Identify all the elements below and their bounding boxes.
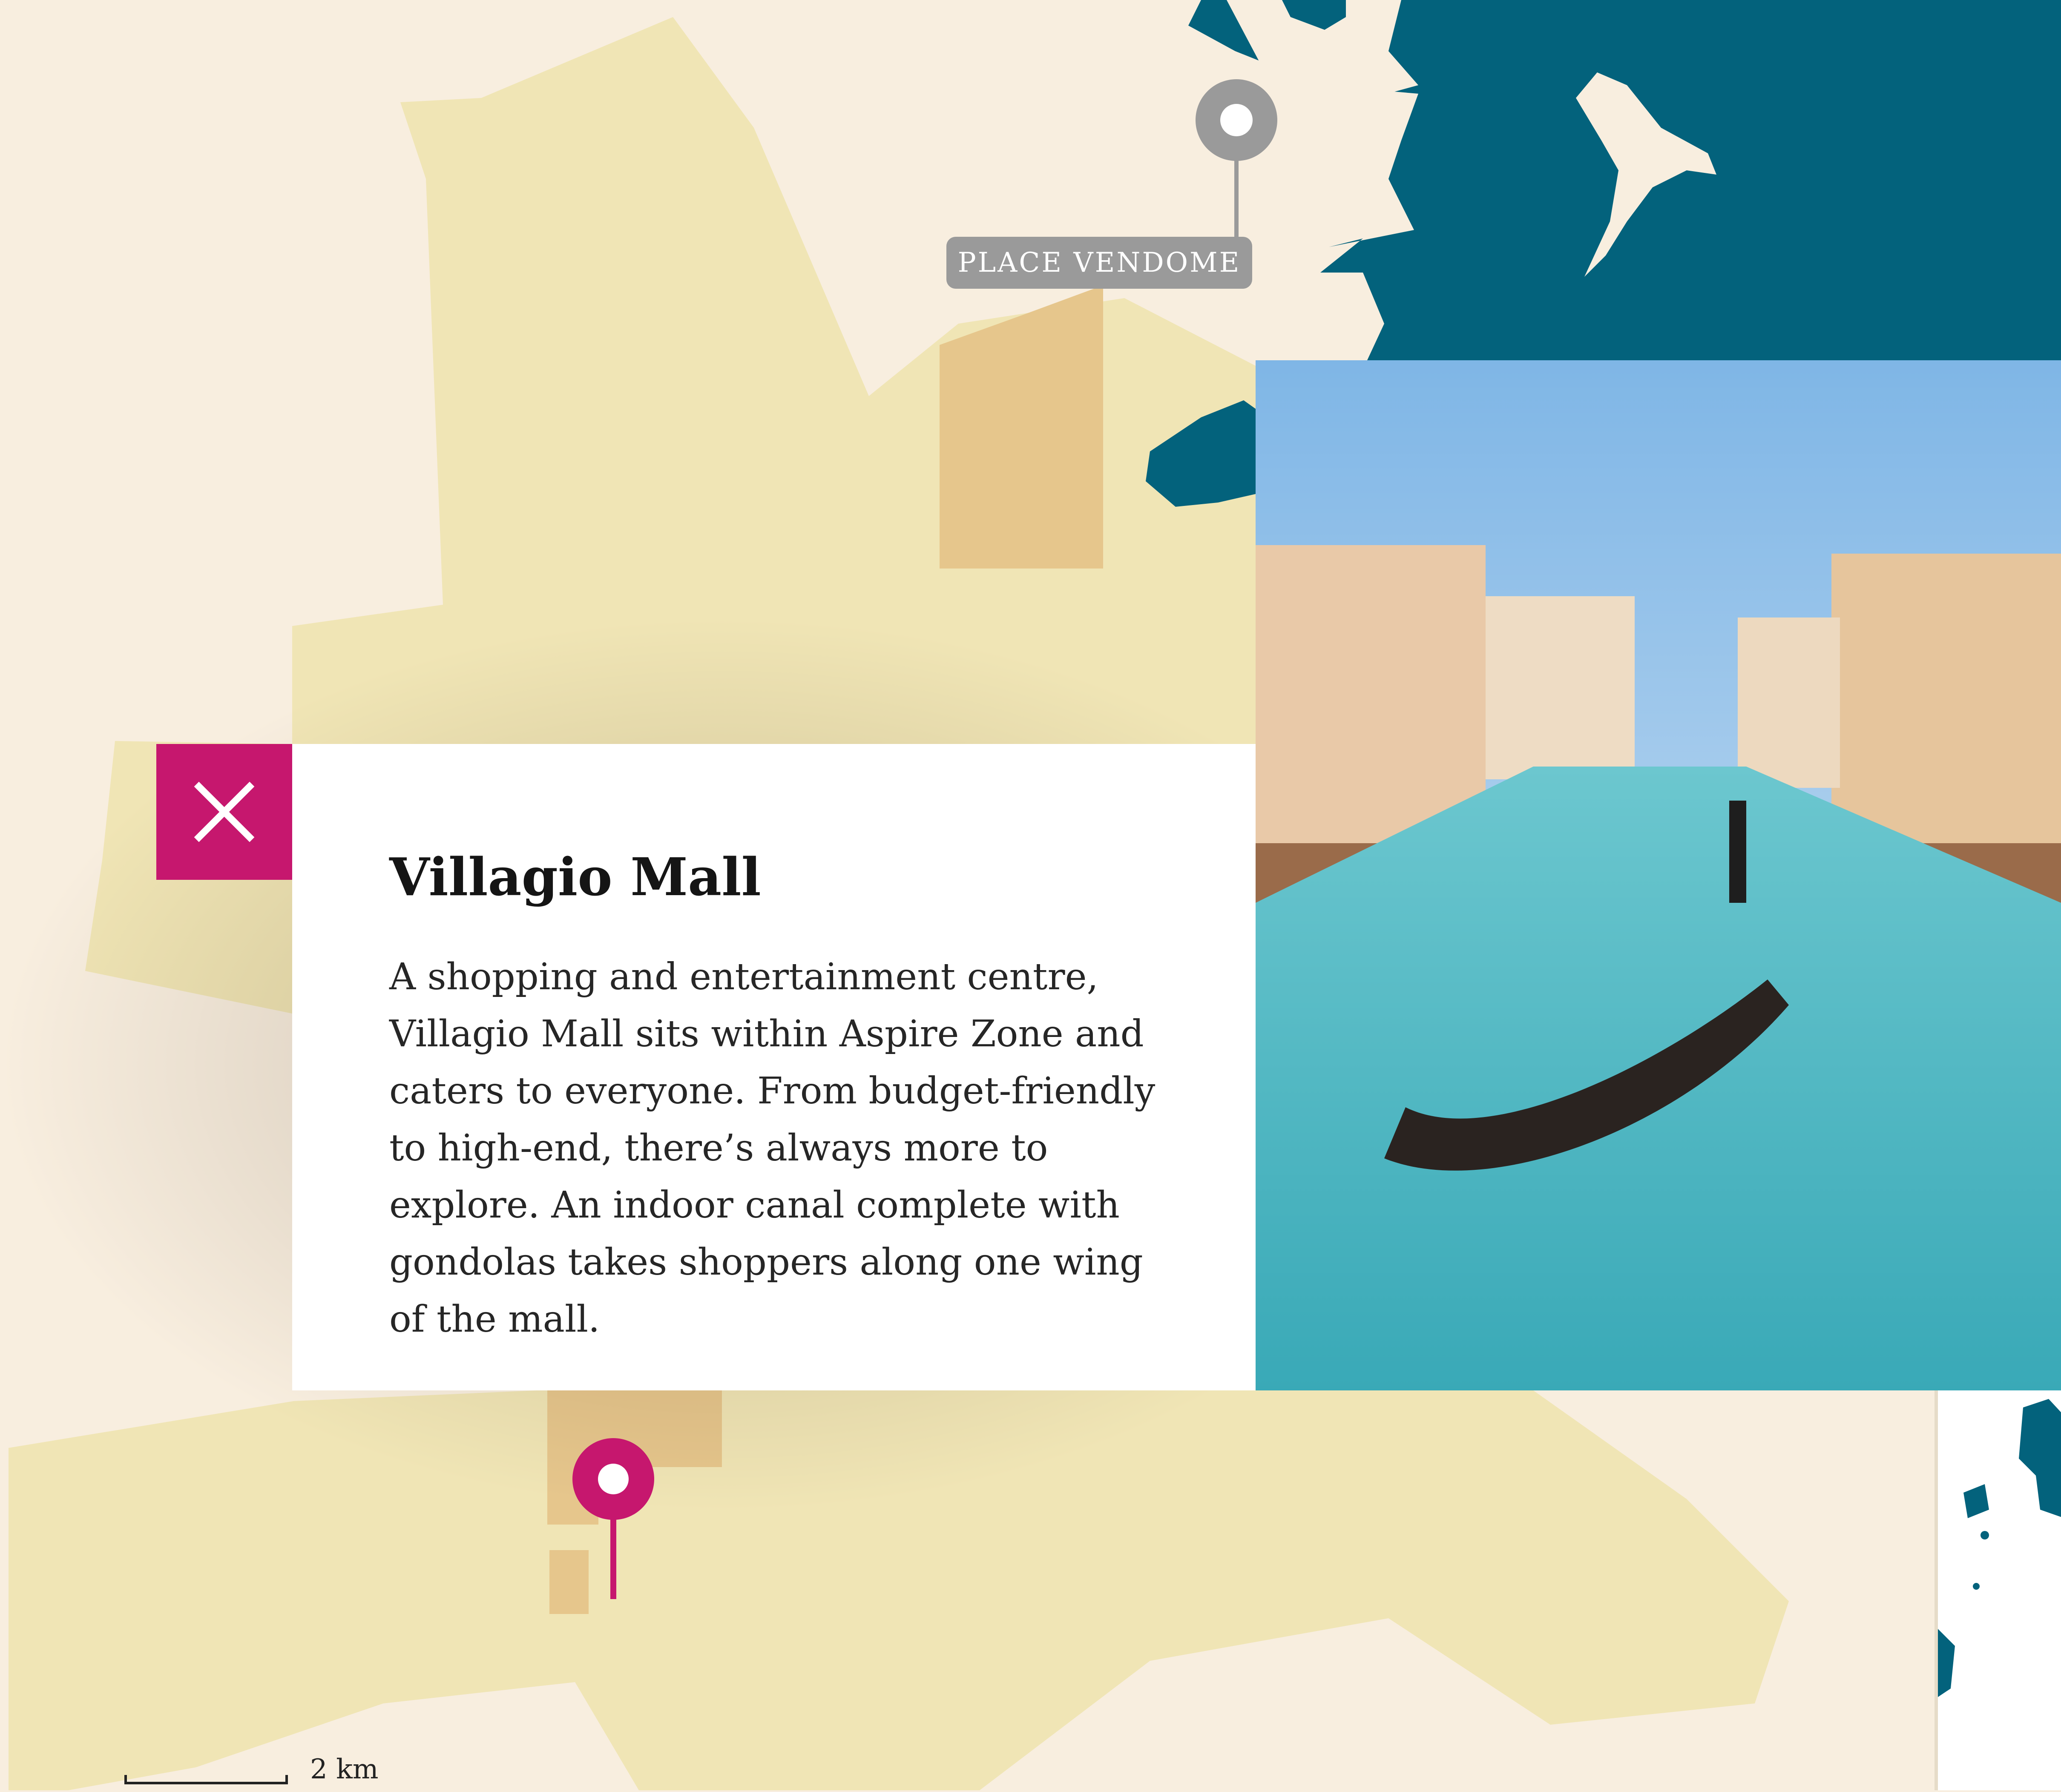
- place-vendome-label[interactable]: PLACE VENDOME: [946, 237, 1252, 289]
- info-popup: Villagio Mall A shopping and entertainme…: [292, 744, 1256, 1390]
- scale-label: 2 km: [310, 1754, 379, 1785]
- scale-bar: [124, 1775, 288, 1784]
- popup-title: Villagio Mall: [389, 846, 761, 907]
- building: [549, 1550, 589, 1614]
- pin-dot: [1220, 104, 1253, 136]
- gondola-canal-photo: [1256, 360, 2061, 1390]
- close-button[interactable]: [156, 744, 292, 880]
- selected-pin-dot: [598, 1464, 629, 1494]
- inset-map-water: [1938, 1399, 2061, 1697]
- popup-description: A shopping and entertainment centre, Vil…: [389, 956, 1156, 1341]
- inset-map[interactable]: [1935, 1390, 2061, 1790]
- close-icon: [194, 781, 255, 842]
